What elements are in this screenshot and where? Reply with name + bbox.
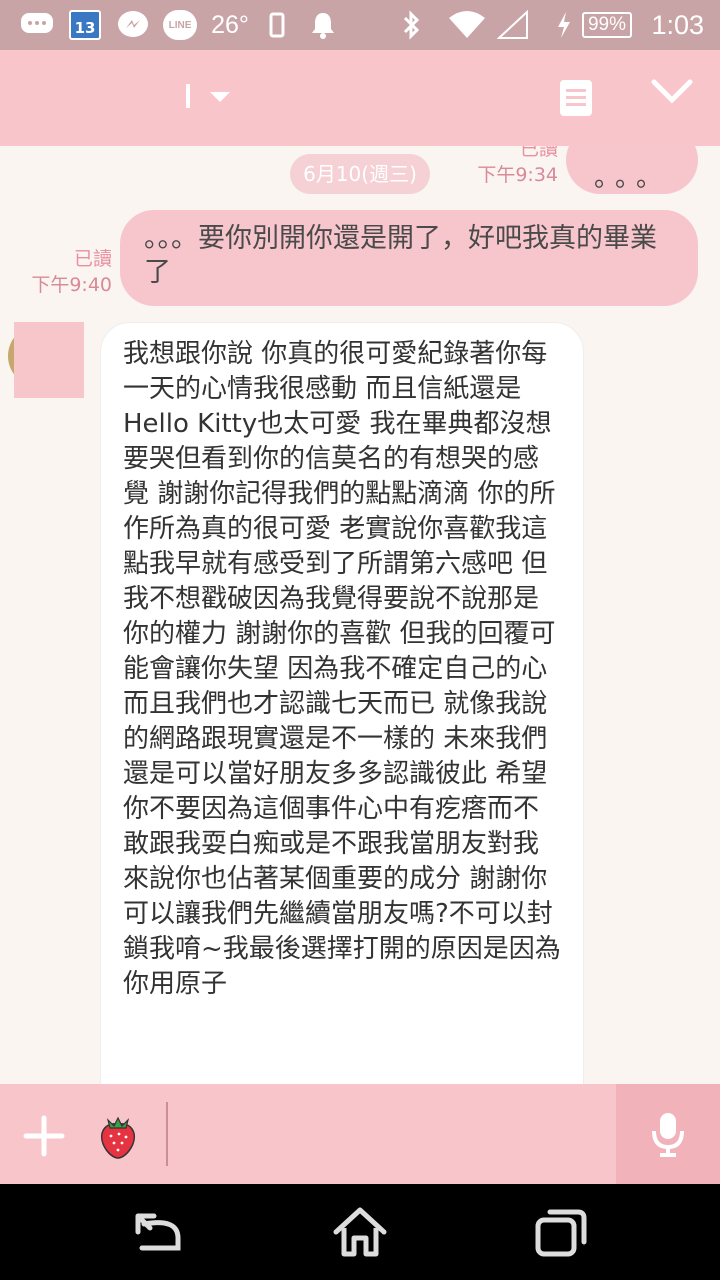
message-bubble-outgoing[interactable]: 。。。 (566, 146, 698, 194)
line-app-icon: LINE (163, 10, 197, 40)
read-receipt: 已讀 下午9:40 (31, 248, 112, 296)
date-separator: 6月10(週三) (290, 154, 430, 194)
bluetooth-icon (396, 0, 426, 50)
notes-icon[interactable] (560, 80, 592, 116)
message-bubble-incoming[interactable]: 我想跟你說 你真的很可愛紀錄著你每一天的心情我很感動 而且信紙還是Hello K… (100, 322, 584, 1084)
recents-icon[interactable] (532, 1202, 592, 1262)
clock: 1:03 (651, 10, 704, 40)
home-icon[interactable] (330, 1202, 390, 1262)
signal-icon (496, 0, 530, 50)
input-bar (0, 1084, 720, 1184)
avatar[interactable] (8, 322, 84, 398)
message-text: 。。。 (593, 163, 670, 193)
avatar-mask (14, 322, 84, 398)
message-text: 。。。要你別開你還是開了，好吧我真的畢業了 (144, 223, 657, 288)
status-bar: 13 LINE 26° 99% 1:03 (0, 0, 720, 50)
chevron-down-icon[interactable] (648, 72, 696, 112)
temperature-text: 26° (211, 10, 249, 39)
chat-header (0, 50, 720, 146)
message-list[interactable]: 6月10(週三) 已讀 下午9:34 。。。 已讀 下午9:40 。。。要你別開… (0, 146, 720, 1084)
messenger-icon (116, 0, 150, 50)
messages-icon (20, 0, 54, 50)
message-text: 我想跟你說 你真的很可愛紀錄著你每一天的心情我很感動 而且信紙還是Hello K… (123, 339, 561, 999)
chat-title[interactable] (186, 84, 190, 108)
strawberry-icon[interactable] (96, 1112, 140, 1160)
battery-indicator: 99% (581, 12, 633, 38)
message-bubble-outgoing[interactable]: 。。。要你別開你還是開了，好吧我真的畢業了 (120, 210, 698, 306)
read-receipt: 已讀 下午9:34 (477, 146, 558, 186)
navigation-bar (0, 1184, 720, 1280)
charging-icon (552, 0, 576, 50)
mic-icon[interactable] (616, 1084, 720, 1184)
caret-down-icon[interactable] (210, 92, 230, 102)
calendar-icon: 13 (69, 10, 101, 40)
plus-icon[interactable] (22, 1114, 66, 1158)
back-icon[interactable] (128, 1202, 188, 1262)
bell-icon (308, 0, 338, 50)
phone-icon (266, 0, 288, 50)
wifi-icon (446, 0, 488, 50)
message-input[interactable] (166, 1102, 606, 1166)
